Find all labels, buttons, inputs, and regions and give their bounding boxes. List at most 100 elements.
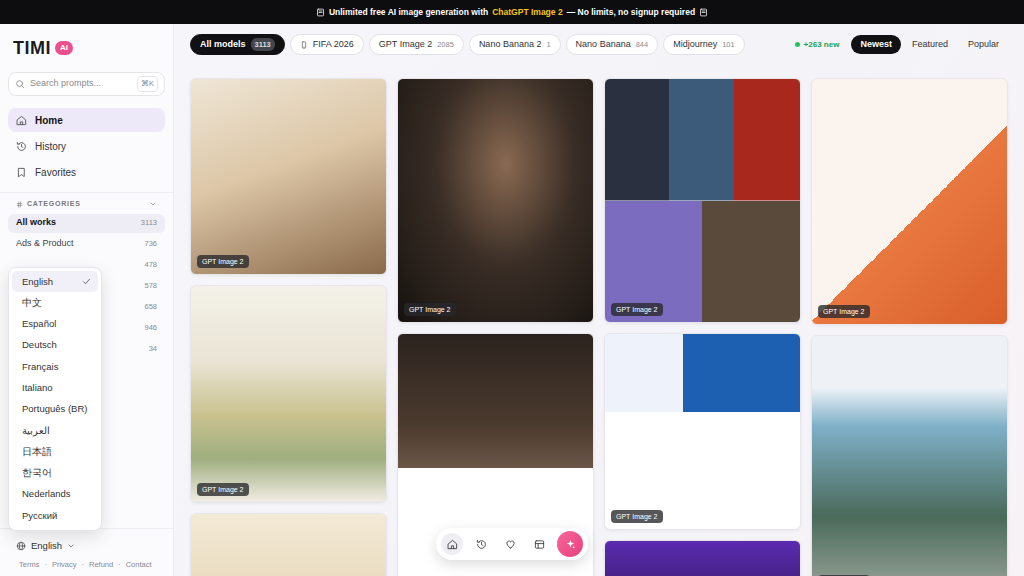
nav-item[interactable]: History [8,134,165,158]
language-option-label[interactable]: Русский [22,509,57,523]
language-option[interactable]: 中文 [12,292,98,313]
toolbar-button[interactable] [470,533,492,555]
gallery-column: GPT Image 2GPT Image 2 [604,78,801,576]
language-option[interactable]: Português (BR) [12,399,98,420]
separator: · [44,559,47,570]
language-option[interactable]: English [12,271,98,292]
gallery-card[interactable]: GPT Image 2 [190,78,387,275]
toolbar-button[interactable] [441,533,463,555]
gallery-column: GPT Image 2GPT Image 2 [811,78,1008,576]
search-box[interactable]: ⌘K [8,72,165,96]
language-option[interactable]: Nederlands [12,484,98,505]
categories-title[interactable]: CATEGORIES [27,199,81,210]
banner-text: — No limits, no signup required [567,6,695,19]
category-item[interactable]: Ads & Product 736 [8,235,165,254]
footer-link[interactable]: Contact [126,559,152,570]
nav-label[interactable]: History [35,139,66,154]
language-option[interactable]: العربية [12,420,98,441]
nav-item[interactable]: Home [8,108,165,132]
language-option-label[interactable]: Italiano [22,381,53,395]
language-option-label[interactable]: Nederlands [22,487,71,501]
filter-pill[interactable]: Nano Banana 844 [566,34,659,55]
category-count: 658 [144,301,157,312]
filter-pill[interactable]: GPT Image 22085 [369,34,464,55]
filter-label[interactable]: All models [200,38,246,52]
filter-label[interactable]: FIFA 2026 [313,38,354,52]
filter-count: 844 [636,39,649,50]
create-button[interactable] [557,531,583,557]
footer-link[interactable]: Privacy [52,559,77,570]
toolbar-button[interactable] [528,533,550,555]
filter-label[interactable]: Nano Banana [576,38,631,52]
categories-header[interactable]: CATEGORIES [0,193,173,214]
gallery-card[interactable]: GPT Image 2 [604,333,801,530]
phone-icon [300,41,308,49]
filter-pill[interactable]: Nano Banana 21 [469,34,561,55]
language-option-label[interactable]: Español [22,317,56,331]
language-label[interactable]: English [31,539,62,553]
nav-label[interactable]: Home [35,113,63,128]
filter-label[interactable]: GPT Image 2 [379,38,432,52]
sort-label[interactable]: Featured [912,38,948,52]
category-item[interactable]: All works3113 [8,214,165,233]
model-badge: GPT Image 2 [197,255,249,268]
language-option-label[interactable]: English [22,275,53,289]
gallery-icon [534,539,545,550]
category-label[interactable]: Ads & Product [16,237,74,251]
language-option-label[interactable]: Português (BR) [22,402,87,416]
toolbar-button[interactable] [499,533,521,555]
sort-label[interactable]: Popular [968,38,999,52]
logo-name[interactable]: TIMI [13,38,51,58]
sort-tab[interactable]: Newest [851,35,901,54]
home-icon [447,539,458,550]
gallery-card[interactable] [604,540,801,576]
language-option[interactable]: 한국어 [12,463,98,484]
language-option[interactable]: Français [12,356,98,377]
floating-toolbar [436,528,588,560]
footer-link[interactable]: Terms [19,559,39,570]
category-count: 736 [144,238,157,249]
language-option[interactable]: Русский [12,505,98,526]
sort-label[interactable]: Newest [860,38,892,52]
new-count: +263 new [804,39,840,51]
language-option-label[interactable]: 中文 [22,296,42,310]
language-option[interactable]: Deutsch [12,335,98,356]
filter-pill[interactable]: Midjourney101 [663,34,745,55]
filter-pill[interactable]: FIFA 2026 [290,34,364,55]
filter-label[interactable]: Nano Banana 2 [479,38,542,52]
category-label[interactable]: All works [16,216,56,230]
gallery-card[interactable]: GPT Image 2 [811,78,1008,325]
sparkle-icon [565,539,576,550]
gallery-card[interactable]: GPT Image 2 [811,335,1008,576]
banner-highlight[interactable]: ChatGPT Image 2 [492,6,562,19]
gallery-card[interactable]: GPT Image 2 [190,285,387,503]
filter-label[interactable]: Midjourney [673,38,717,52]
language-option[interactable]: 日本語 [12,441,98,462]
sort-tab[interactable]: Featured [903,35,957,54]
language-option-label[interactable]: Deutsch [22,338,57,352]
language-option-label[interactable]: 日本語 [22,445,52,459]
gallery: GPT Image 2GPT Image 2GPT Image 2GPT Ima… [190,78,1008,576]
filter-pill[interactable]: All models3113 [190,34,285,55]
language-option-label[interactable]: Français [22,360,58,374]
category-count: 578 [144,280,157,291]
sort-area: +263 new Newest Featured Popular [795,35,1008,54]
search-icon [15,79,25,89]
nav-label[interactable]: Favorites [35,165,76,180]
language-option-label[interactable]: العربية [22,424,50,438]
language-option[interactable]: Italiano [12,377,98,398]
language-option[interactable]: Español [12,314,98,335]
footer-link[interactable]: Refund [89,559,113,570]
logo-badge: AI [55,41,73,55]
sidebar-bottom: EnglishTerms·Privacy·Refund·Contact [0,528,173,576]
nav-item[interactable]: Favorites [8,160,165,184]
search-input[interactable] [30,77,132,91]
gallery-column: GPT Image 2 [397,78,594,576]
language-option-label[interactable]: 한국어 [22,466,52,480]
gallery-card[interactable]: GPT Image 2 [604,78,801,323]
gallery-card[interactable] [190,513,387,576]
language-switcher[interactable]: English [16,535,157,557]
logo[interactable]: TIMI AI [0,24,173,58]
sort-tab[interactable]: Popular [959,35,1008,54]
gallery-card[interactable]: GPT Image 2 [397,78,594,323]
